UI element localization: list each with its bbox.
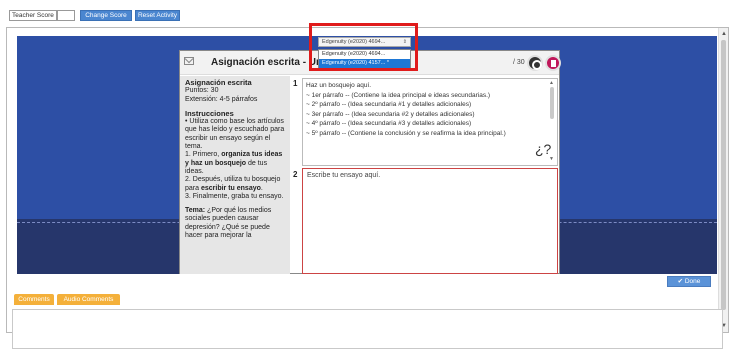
points-total: / 30 bbox=[513, 59, 525, 66]
teacher-score-input[interactable] bbox=[57, 10, 75, 21]
activity-frame: ▲ ▼ Asignación escrita - Unidad / 30 Asi… bbox=[6, 27, 729, 333]
activity-stage: Asignación escrita - Unidad / 30 Asignac… bbox=[17, 36, 717, 274]
change-score-button[interactable]: Change Score bbox=[80, 10, 132, 21]
instructions-bullet: • Utiliza como base los artículos que ha… bbox=[185, 118, 285, 151]
outline-line: ~ 2º párrafo -- (Idea secundaria #1 y de… bbox=[306, 101, 472, 109]
outline-line: ~ 3er párrafo -- (Idea secundaria #2 y d… bbox=[306, 110, 475, 118]
document-icon[interactable] bbox=[545, 55, 561, 71]
scroll-thumb[interactable] bbox=[721, 40, 726, 310]
envelope-icon[interactable] bbox=[184, 57, 194, 65]
assignment-card: Asignación escrita - Unidad / 30 Asignac… bbox=[179, 50, 561, 274]
gear-icon[interactable] bbox=[527, 55, 543, 71]
step-2: 2. Después, utiliza tu bosquejo para esc… bbox=[185, 176, 281, 192]
instructions-title: Asignación escrita bbox=[185, 78, 252, 87]
points-line: Puntos: 30 bbox=[185, 87, 219, 95]
section-number-2: 2 bbox=[293, 170, 298, 179]
tab-comments[interactable]: Comments bbox=[14, 294, 54, 305]
topic: Tema: ¿Por qué los medios sociales puede… bbox=[185, 207, 272, 240]
instructions-panel: Asignación escrita Puntos: 30 Extensión:… bbox=[180, 76, 290, 274]
top-toolbar: Teacher Score Change Score Reset Activit… bbox=[0, 0, 741, 24]
step-1: 1. Primero, organiza tus ideas y haz un … bbox=[185, 151, 283, 175]
done-button[interactable]: ✔ Done bbox=[667, 276, 711, 287]
reset-activity-button[interactable]: Reset Activity bbox=[135, 10, 180, 21]
scroll-up-icon[interactable]: ▲ bbox=[721, 31, 727, 37]
outline-line: ~ 5º párrafo -- (Contiene la conclusión … bbox=[306, 129, 506, 137]
step-3: 3. Finalmente, graba tu ensayo. bbox=[185, 192, 284, 200]
section-number-1: 1 bbox=[293, 79, 298, 88]
frame-scrollbar[interactable]: ▲ ▼ bbox=[718, 28, 728, 332]
essay-textarea[interactable]: Escribe tu ensayo aquí. bbox=[302, 168, 558, 274]
outline-line: Haz un bosquejo aquí. bbox=[306, 82, 372, 89]
teacher-score-label: Teacher Score bbox=[9, 10, 57, 21]
dropdown-option-selected[interactable]: Edgenuity (e2020) 4157... * bbox=[319, 59, 410, 68]
comments-textarea[interactable] bbox=[12, 309, 723, 349]
chevron-down-icon: ⇕ bbox=[402, 39, 407, 45]
tts-voice-select[interactable]: Edgenuity (e2020) 4694... ⇕ bbox=[318, 37, 411, 47]
tab-audio-comments[interactable]: Audio Comments bbox=[57, 294, 120, 305]
help-icon[interactable]: ¿? bbox=[532, 141, 551, 157]
tts-voice-options: Edgenuity (e2020) 4694... Edgenuity (e20… bbox=[318, 49, 411, 68]
outline-textarea[interactable]: Haz un bosquejo aquí. ~ 1er párrafo -- (… bbox=[302, 78, 558, 166]
outline-line: ~ 4º párrafo -- (Idea secundaria #3 y de… bbox=[306, 120, 472, 128]
length-line: Extensión: 4-5 párrafos bbox=[185, 95, 258, 103]
scroll-thumb[interactable] bbox=[550, 87, 554, 119]
dropdown-option[interactable]: Edgenuity (e2020) 4694... bbox=[319, 50, 410, 59]
instructions-heading: Instrucciones bbox=[185, 108, 234, 118]
outline-line: ~ 1er párrafo -- (Contiene la idea princ… bbox=[306, 91, 491, 99]
